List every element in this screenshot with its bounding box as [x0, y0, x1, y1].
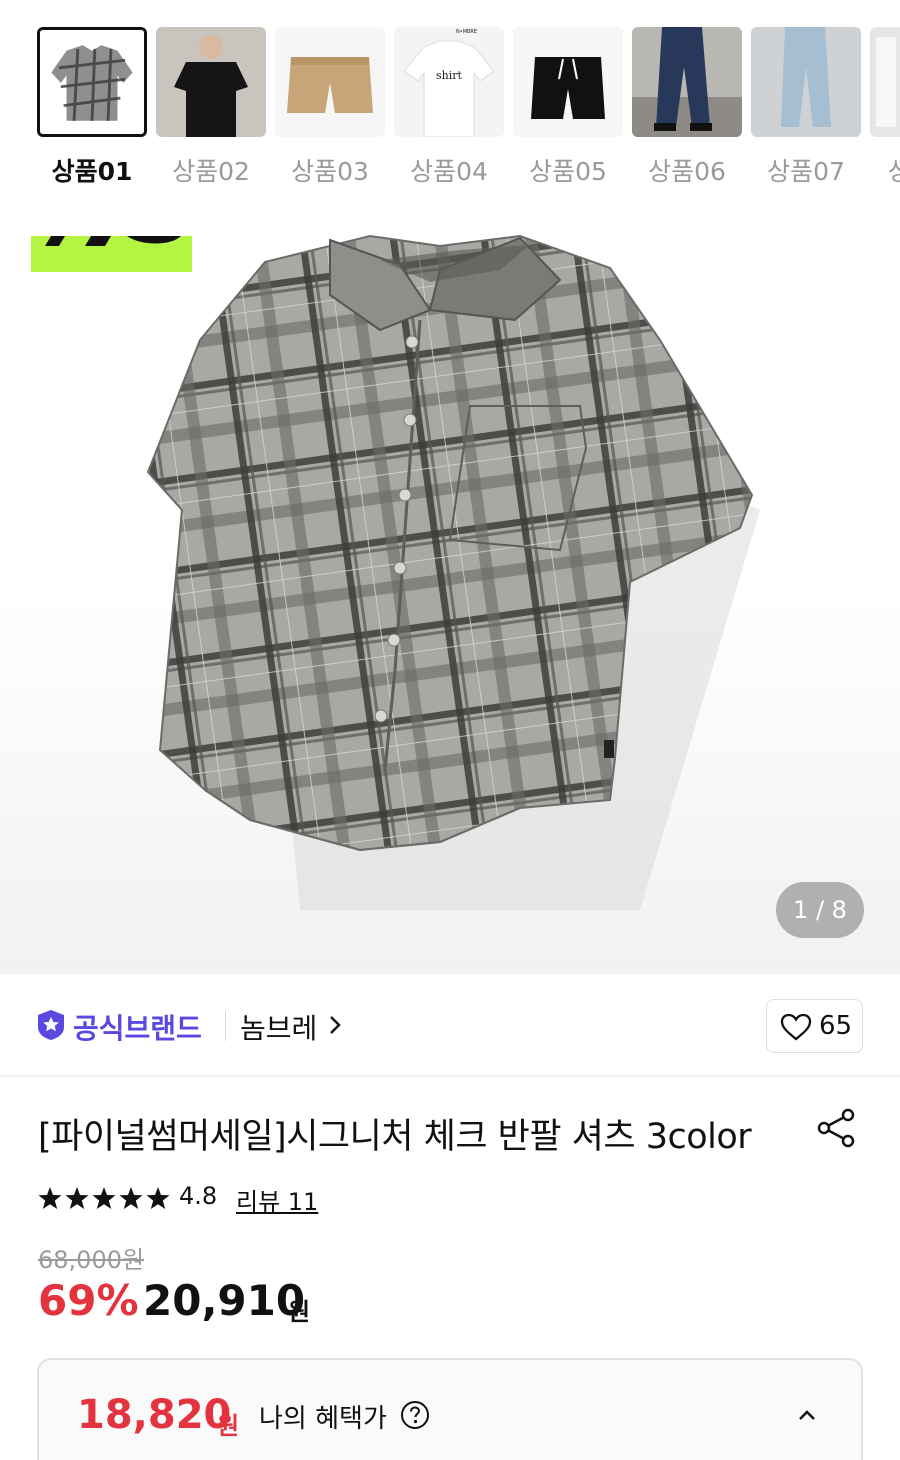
- thumbnail-label-1[interactable]: 상품01: [37, 152, 147, 188]
- thumbnail-label-7[interactable]: 상품07: [751, 152, 861, 188]
- thumbnail-label-4[interactable]: 상품04: [394, 152, 504, 188]
- original-price: 68,000원: [38, 1246, 145, 1274]
- thumbnail-label-3[interactable]: 상품03: [275, 152, 385, 188]
- product-main-image[interactable]: 1 / 8: [0, 210, 900, 974]
- section-divider: [0, 1075, 900, 1077]
- sale-price-unit: 원: [288, 1298, 311, 1326]
- thumb-brand-print: N•MBRE: [456, 29, 478, 35]
- benefit-price: 18,820: [77, 1392, 232, 1438]
- discount-rate: 69%: [38, 1276, 139, 1325]
- benefit-price-label: 나의 혜택가: [259, 1404, 387, 1434]
- thumbnail-8[interactable]: [870, 27, 900, 137]
- like-count: 65: [819, 1011, 853, 1041]
- official-brand-badge: 공식브랜드: [73, 1012, 202, 1045]
- thumb-shirt-print: shirt: [436, 69, 463, 82]
- brand-row: 공식브랜드 놈브레 65: [0, 975, 900, 1075]
- brand-name-link[interactable]: 놈브레: [240, 1007, 317, 1047]
- beige-shorts-thumb-image: [275, 27, 385, 137]
- star-rating-icon: [38, 1187, 170, 1209]
- star-shield-icon: [38, 1010, 64, 1040]
- thumbnail-1[interactable]: [37, 27, 147, 137]
- question-circle-icon[interactable]: [400, 1400, 430, 1430]
- model-black-tee-thumb-image: [156, 27, 266, 137]
- like-button[interactable]: 65: [766, 999, 863, 1053]
- brand-divider: [225, 1011, 226, 1041]
- thumbnail-6[interactable]: [632, 27, 742, 137]
- thumbnail-label-8[interactable]: 상: [870, 152, 900, 188]
- plaid-shirt-thumb-image: [40, 30, 144, 134]
- light-jeans-thumb-image: [751, 27, 861, 137]
- partial-thumb-image: [870, 27, 900, 137]
- benefit-price-unit: 원: [217, 1412, 240, 1440]
- review-count-link[interactable]: 리뷰 11: [236, 1182, 318, 1217]
- thumbnail-label-5[interactable]: 상품05: [513, 152, 623, 188]
- plaid-shirt-illustration: [146, 234, 760, 910]
- thumbnail-4[interactable]: shirt N•MBRE: [394, 27, 504, 137]
- thumbnail-label-2[interactable]: 상품02: [156, 152, 266, 188]
- thumbnail-2[interactable]: [156, 27, 266, 137]
- thumbnail-3[interactable]: [275, 27, 385, 137]
- my-benefit-price-panel[interactable]: 18,820 원 나의 혜택가: [37, 1358, 863, 1460]
- thumbnail-5[interactable]: [513, 27, 623, 137]
- image-page-indicator: 1 / 8: [776, 882, 864, 938]
- thumbnail-7[interactable]: [751, 27, 861, 137]
- heart-icon: [780, 1013, 812, 1041]
- black-shorts-thumb-image: [513, 27, 623, 137]
- chevron-up-icon[interactable]: [796, 1404, 818, 1426]
- thumbnail-label-6[interactable]: 상품06: [632, 152, 742, 188]
- product-title: [파이널썸머세일]시그니처 체크 반팔 셔츠 3color: [38, 1117, 752, 1157]
- rating-value: 4.8: [179, 1182, 218, 1210]
- share-icon[interactable]: [815, 1107, 857, 1149]
- white-tee-thumb-image: shirt: [394, 27, 504, 137]
- chevron-right-icon[interactable]: [326, 1013, 344, 1037]
- product-thumbnail-strip[interactable]: 상품01 상품02 상품03 shirt N•MBRE 상품04 상품05 상품…: [0, 0, 900, 200]
- sale-price: 20,910: [143, 1276, 306, 1325]
- wide-jeans-thumb-image: [632, 27, 742, 137]
